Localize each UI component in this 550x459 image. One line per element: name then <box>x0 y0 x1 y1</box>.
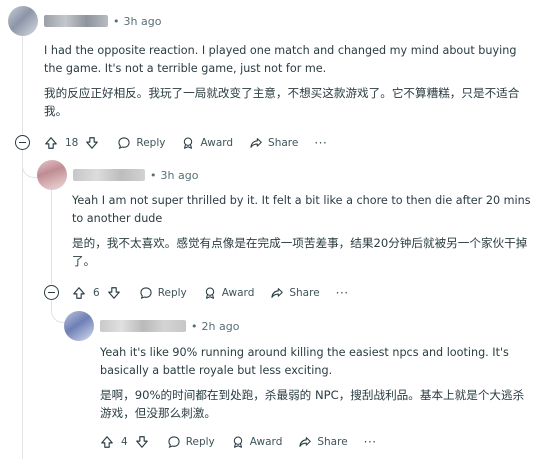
upvote-button[interactable] <box>72 286 86 300</box>
more-options-button[interactable]: ··· <box>336 286 349 300</box>
award-button[interactable]: Award <box>231 435 283 449</box>
username[interactable] <box>73 169 145 181</box>
reply-button[interactable]: Reply <box>117 136 165 150</box>
upvote-icon <box>73 287 85 299</box>
comment-text: I had the opposite reaction. I played on… <box>44 44 517 75</box>
reply-label: Reply <box>185 436 215 448</box>
thread-line <box>51 190 52 284</box>
collapse-minus-icon <box>48 291 55 294</box>
award-icon <box>184 137 193 149</box>
reply-bubble-icon <box>168 436 180 448</box>
upvote-button[interactable] <box>44 136 58 150</box>
comment-meta: • 3h ago <box>8 6 161 36</box>
timestamp[interactable]: 2h ago <box>202 320 240 333</box>
downvote-button[interactable] <box>85 136 99 150</box>
reply-button[interactable]: Reply <box>167 435 215 449</box>
timestamp[interactable]: 3h ago <box>124 15 162 28</box>
downvote-button[interactable] <box>135 435 149 449</box>
thread-line <box>22 36 23 134</box>
comment-text: Yeah it's like 90% running around killin… <box>100 346 509 377</box>
share-button[interactable]: Share <box>298 435 348 449</box>
downvote-icon <box>135 436 148 448</box>
award-label: Award <box>221 287 255 299</box>
reply-label: Reply <box>157 287 187 299</box>
award-button[interactable]: Award <box>181 136 233 150</box>
comment-meta: • 2h ago <box>64 311 239 341</box>
more-options-button[interactable]: ··· <box>364 435 377 449</box>
separator-dot: • <box>191 319 198 333</box>
downvote-button[interactable] <box>107 286 121 300</box>
thread-line <box>22 165 23 459</box>
comment-text-translation: 是啊，90%的时间都在到处跑，杀最弱的 NPC，搜刮战利品。基本上就是个大逃杀游… <box>100 388 525 420</box>
comment-meta: • 3h ago <box>37 160 198 190</box>
award-icon <box>233 436 242 448</box>
reply-bubble-icon <box>140 287 152 299</box>
share-label: Share <box>268 137 299 149</box>
more-options-button[interactable]: ··· <box>314 136 327 150</box>
collapse-minus-icon <box>19 141 26 144</box>
share-button[interactable]: Share <box>270 286 320 300</box>
comment-actions: 6 Reply Award Share ··· <box>72 283 349 303</box>
collapse-button[interactable] <box>15 135 30 150</box>
comment-text-translation: 我的反应正好相反。我玩了一局就改变了主意，不想买这款游戏了。它不算糟糕，只是不适… <box>44 86 520 118</box>
username[interactable] <box>44 15 108 27</box>
avatar[interactable] <box>64 311 94 341</box>
username[interactable] <box>100 320 186 332</box>
comment-body: I had the opposite reaction. I played on… <box>44 42 534 124</box>
separator-dot: • <box>150 168 157 182</box>
award-label: Award <box>249 436 283 448</box>
award-label: Award <box>200 137 234 149</box>
share-arrow-icon <box>271 288 284 298</box>
comment-text: Yeah I am not super thrilled by it. It f… <box>72 194 531 225</box>
share-button[interactable]: Share <box>249 136 298 150</box>
vote-count: 6 <box>93 287 100 299</box>
comment-actions: 18 Reply Award Share ··· <box>44 133 327 153</box>
downvote-icon <box>107 287 120 299</box>
avatar[interactable] <box>37 160 67 190</box>
separator-dot: • <box>113 14 120 28</box>
upvote-button[interactable] <box>100 435 114 449</box>
upvote-icon <box>45 137 57 149</box>
share-arrow-icon <box>250 138 262 148</box>
vote-count: 4 <box>121 436 128 448</box>
timestamp[interactable]: 3h ago <box>161 169 199 182</box>
comment-text-translation: 是的，我不太喜欢。感觉有点像是在完成一项苦差事，结果20分钟后就被另一个家伙干掉… <box>72 236 528 268</box>
downvote-icon <box>86 137 99 149</box>
comment-body: Yeah it's like 90% running around killin… <box>100 344 530 426</box>
share-arrow-icon <box>299 437 312 447</box>
upvote-icon <box>101 436 113 448</box>
comment-actions: 4 Reply Award Share ··· <box>100 432 377 452</box>
reply-bubble-icon <box>118 137 130 149</box>
collapse-button[interactable] <box>44 285 59 300</box>
avatar[interactable] <box>8 6 38 36</box>
vote-count: 18 <box>65 137 79 149</box>
award-button[interactable]: Award <box>203 286 255 300</box>
comment-body: Yeah I am not super thrilled by it. It f… <box>72 192 534 274</box>
reply-label: Reply <box>136 137 166 149</box>
share-label: Share <box>289 287 320 299</box>
award-icon <box>205 287 214 299</box>
reply-button[interactable]: Reply <box>139 286 187 300</box>
share-label: Share <box>317 436 348 448</box>
